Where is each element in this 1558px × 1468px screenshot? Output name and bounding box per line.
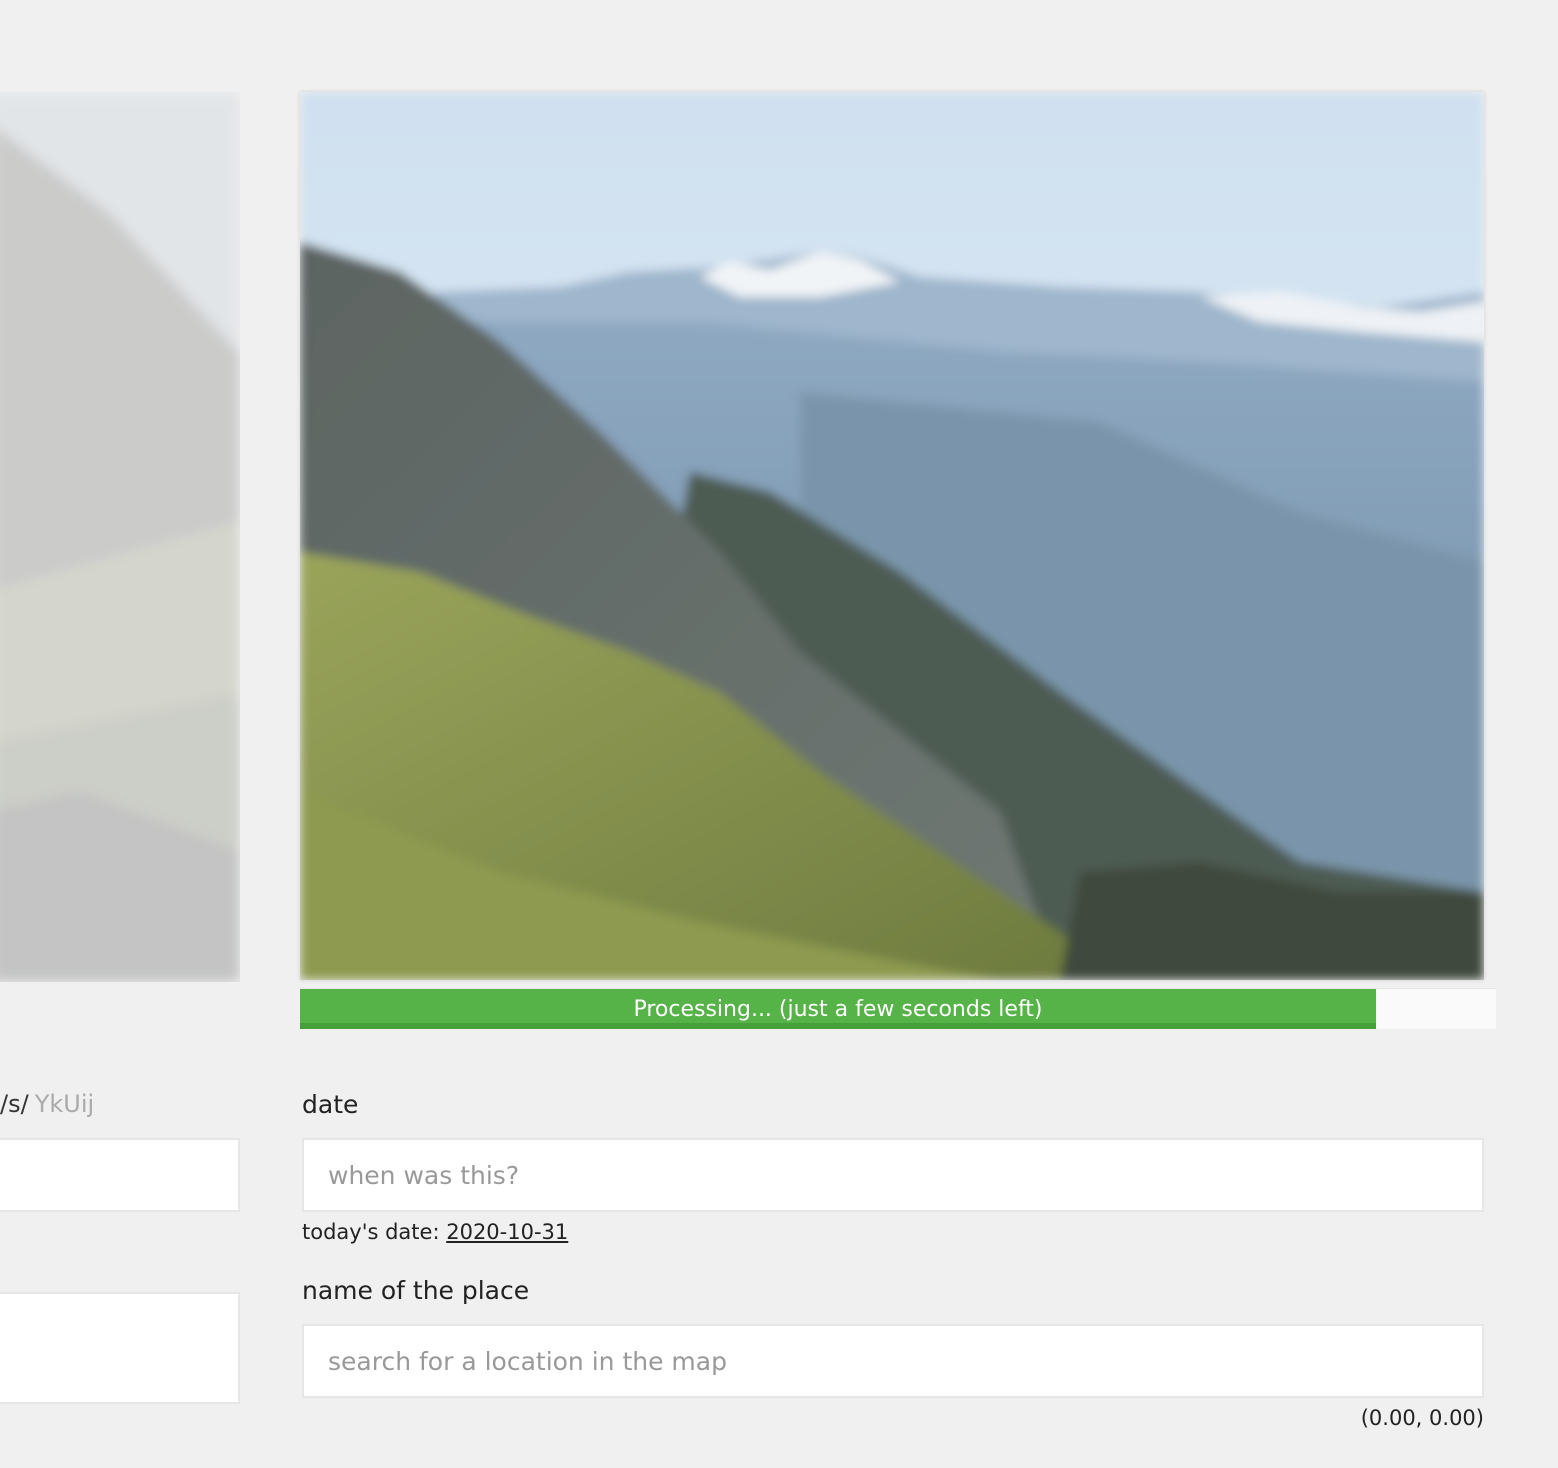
mountain-landscape-image (300, 92, 1484, 980)
share-url-prefix: /s/ (0, 1090, 29, 1118)
upload-page: Processing... (just a few seconds left) … (0, 0, 1558, 1468)
previous-photo-image (0, 92, 240, 982)
location-search-input[interactable] (302, 1324, 1484, 1398)
coordinates-readout: (0.00, 0.00) (1360, 1406, 1484, 1430)
upload-progress-label: Processing... (just a few seconds left) (633, 997, 1043, 1022)
upload-progress-bar: Processing... (just a few seconds left) (300, 988, 1496, 1029)
left-textarea[interactable] (0, 1292, 240, 1404)
place-name-label: name of the place (302, 1276, 530, 1305)
todays-date-hint: today's date: 2020-10-31 (302, 1220, 568, 1244)
previous-photo[interactable] (0, 92, 240, 982)
date-label: date (302, 1090, 359, 1119)
left-text-field[interactable] (0, 1138, 240, 1212)
date-input[interactable] (302, 1138, 1484, 1212)
uploaded-photo[interactable] (300, 92, 1484, 980)
todays-date-prefix: today's date: (302, 1220, 440, 1244)
left-share-url: /s/YkUij (0, 1090, 94, 1118)
share-url-slug: YkUij (34, 1090, 95, 1118)
todays-date-link[interactable]: 2020-10-31 (446, 1220, 568, 1244)
